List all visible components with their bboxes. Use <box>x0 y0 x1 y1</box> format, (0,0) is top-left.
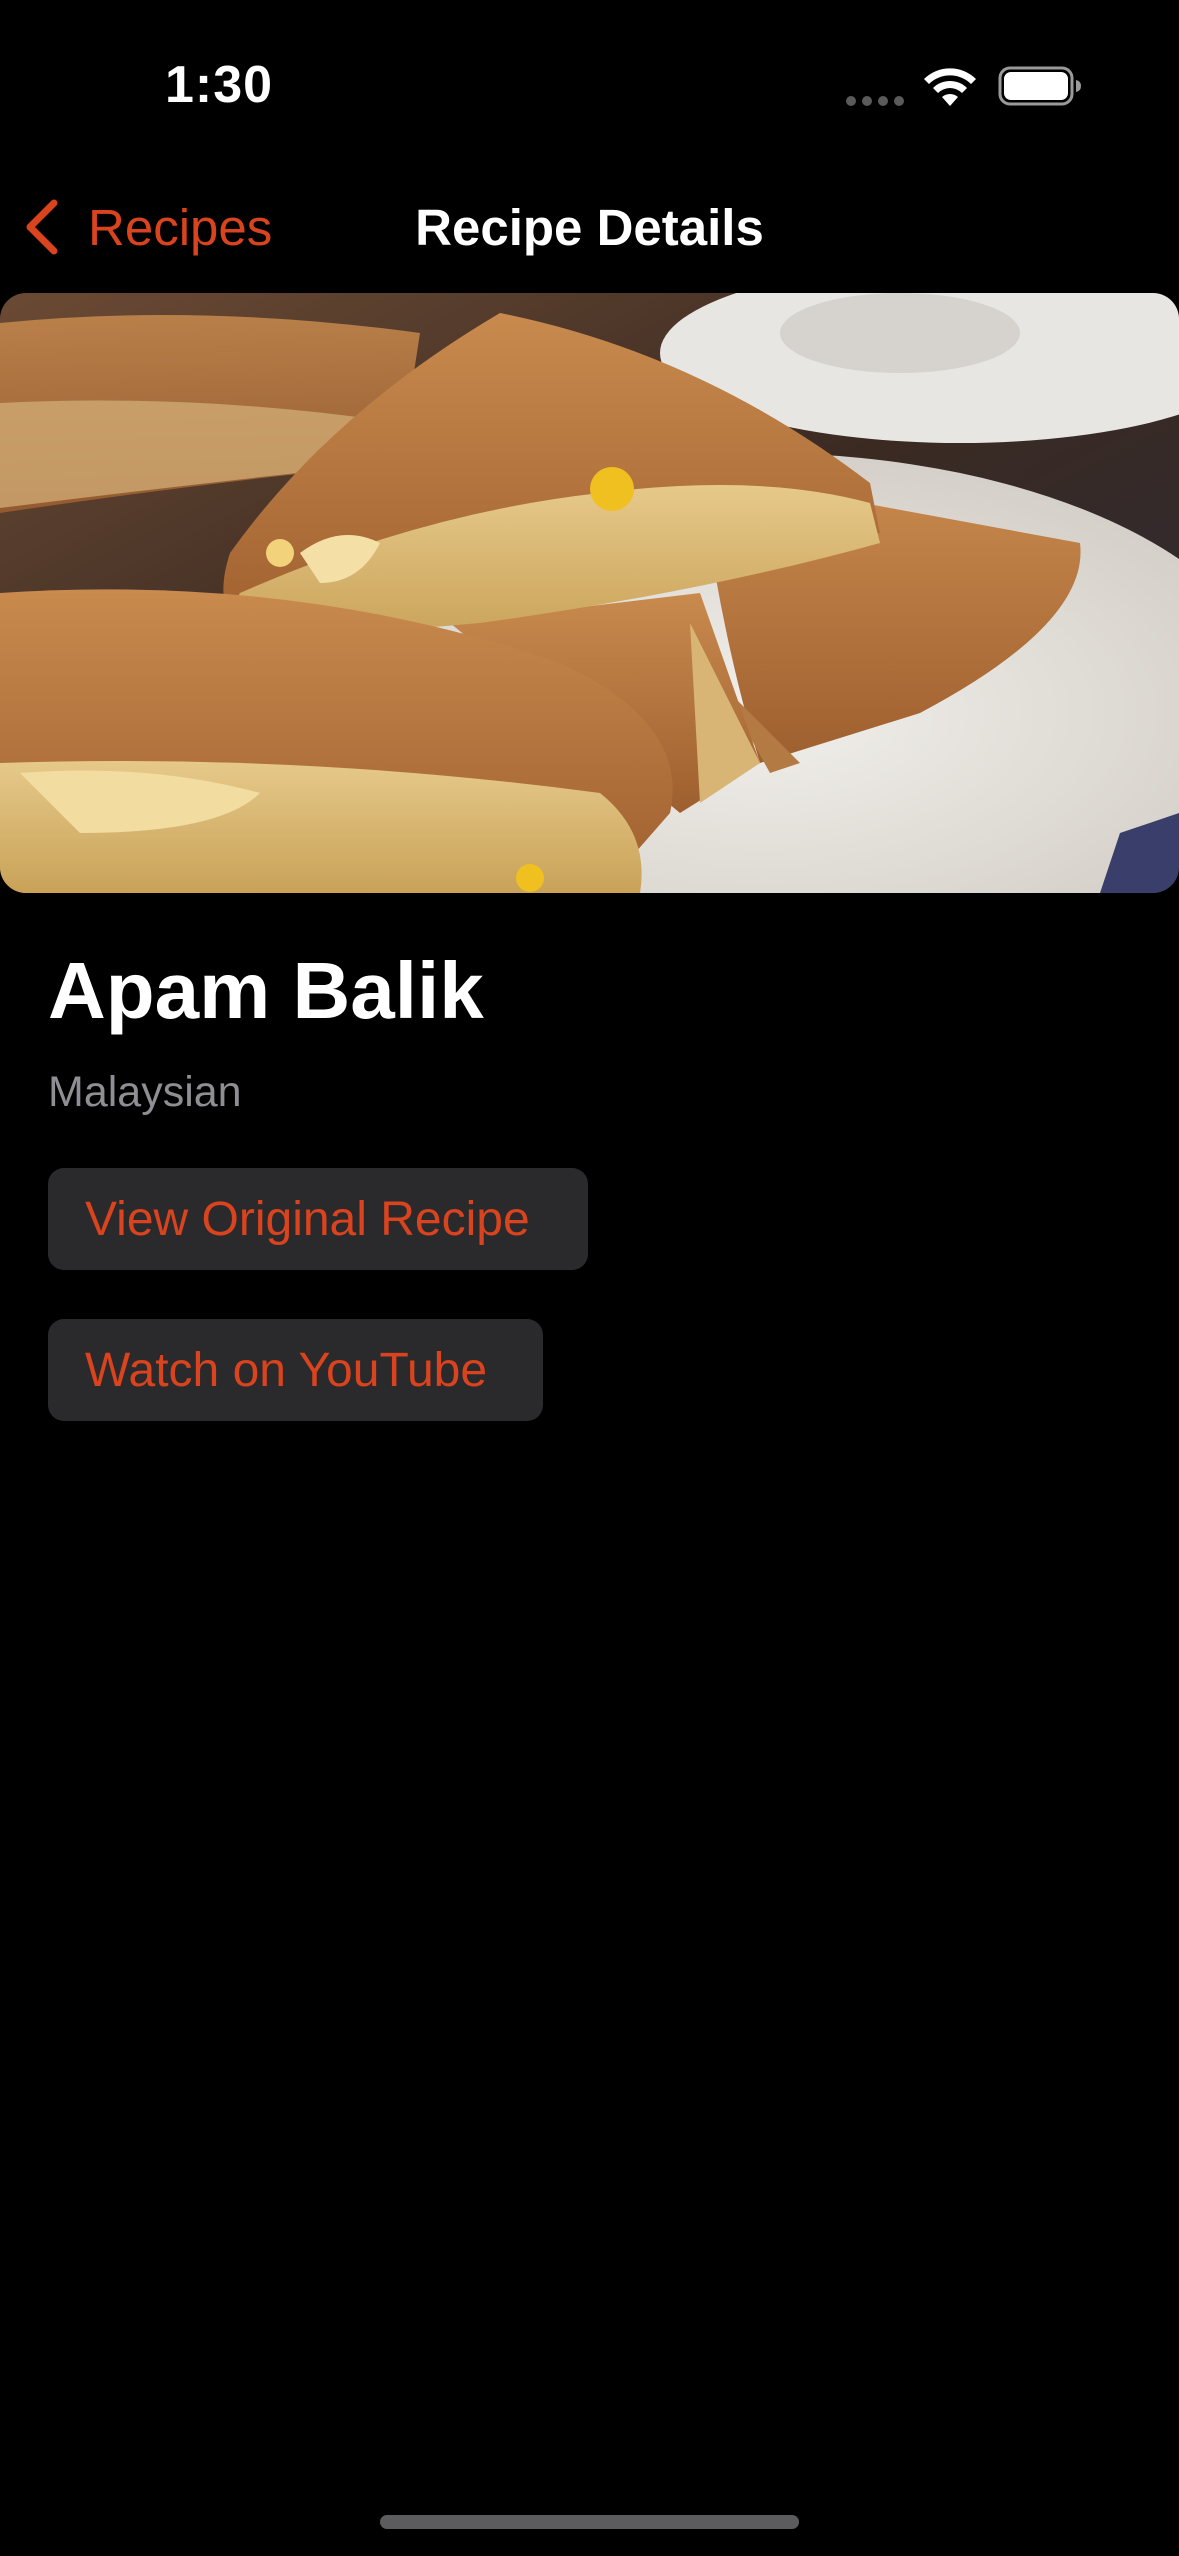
wifi-icon <box>924 68 976 106</box>
battery-icon <box>998 66 1081 106</box>
view-original-recipe-button[interactable]: View Original Recipe <box>48 1168 588 1270</box>
chevron-left-icon <box>26 199 58 255</box>
home-indicator[interactable] <box>380 2515 799 2529</box>
status-time: 1:30 <box>165 56 274 114</box>
cellular-dots-icon <box>846 96 906 106</box>
recipe-photo <box>0 293 1179 893</box>
recipe-cuisine: Malaysian <box>48 1068 242 1116</box>
recipe-name: Apam Balik <box>48 946 484 1035</box>
back-button-label: Recipes <box>88 198 273 256</box>
watch-on-youtube-button[interactable]: Watch on YouTube <box>48 1319 543 1421</box>
back-button[interactable]: Recipes <box>22 192 272 262</box>
navigation-bar: Recipe Details Recipes <box>0 180 1179 276</box>
status-bar: 1:30 <box>0 0 1179 170</box>
